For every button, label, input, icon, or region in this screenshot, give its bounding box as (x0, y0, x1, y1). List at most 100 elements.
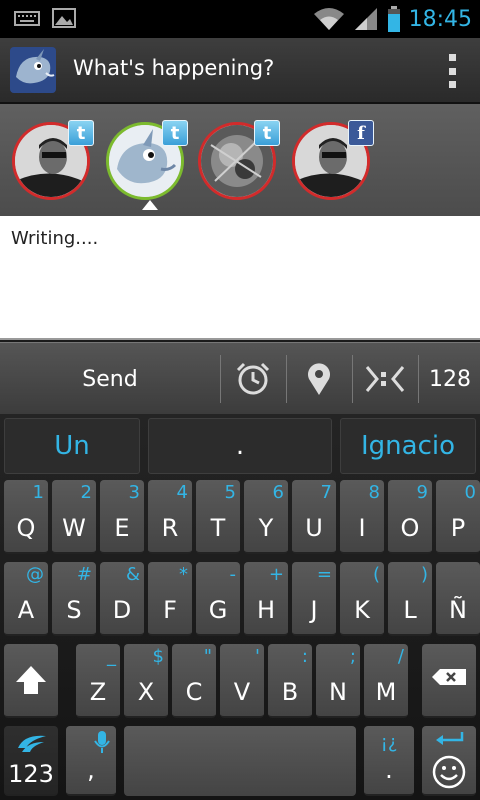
shrink-icon (365, 366, 405, 392)
key-label: O (400, 514, 420, 542)
key-g[interactable]: -G (196, 562, 240, 636)
key-i[interactable]: 8I (340, 480, 384, 554)
key-label: R (161, 514, 179, 542)
key-label: J (310, 596, 318, 624)
key-label: Q (16, 514, 36, 542)
app-logo-icon[interactable] (10, 47, 56, 93)
key-alt-label: / (397, 646, 404, 667)
key-d[interactable]: & D (100, 562, 144, 636)
key-alt-label: $ (152, 646, 164, 667)
key-t[interactable]: 5T (196, 480, 240, 554)
key-label: S (66, 596, 82, 624)
key-alt-label: 2 (80, 482, 92, 503)
schedule-button[interactable] (221, 343, 285, 415)
key-a[interactable]: @ A (4, 562, 48, 636)
key-alt-label: ; (349, 646, 356, 667)
smiley-icon (432, 755, 466, 789)
keyboard-icon (14, 11, 40, 26)
key-alt-label: - (229, 564, 237, 585)
microphone-icon (94, 731, 110, 753)
key-alt-label: 8 (368, 482, 380, 503)
key-ñ[interactable]: Ñ (436, 562, 480, 636)
key-label: W (62, 514, 86, 542)
key-label: U (305, 514, 323, 542)
backspace-key[interactable] (422, 644, 476, 718)
suggestion-1[interactable]: Un (4, 418, 140, 474)
image-icon (52, 8, 76, 28)
key-alt-label: 1 (32, 482, 44, 503)
signal-icon (354, 8, 377, 30)
key-y[interactable]: 6Y (244, 480, 288, 554)
key-j[interactable]: = J (292, 562, 336, 636)
location-button[interactable] (287, 343, 351, 415)
key-label: G (208, 596, 228, 624)
key-q[interactable]: 1Q (4, 480, 48, 554)
compose-text: Writing.... (11, 228, 99, 249)
wifi-icon (313, 8, 344, 30)
key-z[interactable]: _ Z (76, 644, 120, 718)
key-w[interactable]: 2W (52, 480, 96, 554)
twitter-icon: t (162, 120, 188, 146)
status-clock: 18:45 (408, 6, 472, 32)
key-alt-label: ) (420, 564, 428, 585)
key-label: P (450, 514, 466, 542)
twitter-icon: t (254, 120, 280, 146)
compose-title: What's happening? (73, 56, 275, 80)
key-p[interactable]: 0P (436, 480, 480, 554)
key-alt-label: 4 (176, 482, 188, 503)
shift-key[interactable] (4, 644, 58, 718)
send-button[interactable]: Send (0, 343, 220, 415)
key-k[interactable]: (K (340, 562, 384, 636)
key-label: M (375, 678, 397, 706)
emoji-enter-key[interactable] (422, 726, 476, 796)
shorten-button[interactable] (353, 343, 417, 415)
key-alt-label: & (125, 564, 140, 585)
key-r[interactable]: 4R (148, 480, 192, 554)
enter-icon (436, 732, 464, 745)
key-alt-label: _ (107, 646, 116, 667)
suggestion-2[interactable]: . (148, 418, 332, 474)
key-label: L (403, 596, 417, 624)
key-m[interactable]: / M (364, 644, 408, 718)
key-alt-label: 9 (416, 482, 428, 503)
selected-account-pointer (142, 200, 158, 210)
key-u[interactable]: 7U (292, 480, 336, 554)
key-label: Ñ (449, 596, 467, 624)
period-key[interactable]: ¡¿ . (364, 726, 414, 796)
screen: 18:45 What's happening? t t t f Writing.… (0, 0, 480, 800)
swiftkey-logo-icon (18, 735, 46, 752)
key-f[interactable]: * F (148, 562, 192, 636)
key-label: H (256, 596, 276, 624)
overflow-menu-icon[interactable] (442, 52, 462, 90)
suggestion-3[interactable]: Ignacio (340, 418, 476, 474)
key-v[interactable]: ' V (220, 644, 264, 718)
key-alt-label: ' (255, 646, 260, 667)
key-alt-label: * (179, 564, 188, 585)
key-alt-label: 7 (320, 482, 332, 503)
space-key[interactable] (124, 726, 356, 796)
key-label: A (17, 596, 35, 624)
status-bar: 18:45 (0, 0, 480, 38)
battery-icon (387, 6, 400, 32)
send-bar: Send 128 (0, 342, 480, 414)
key-label: V (233, 678, 251, 706)
key-c[interactable]: " C (172, 644, 216, 718)
key-alt-label: # (76, 564, 92, 585)
key-s[interactable]: # S (52, 562, 96, 636)
character-counter: 128 (429, 366, 471, 392)
period-key-alt: ¡¿ (380, 732, 398, 753)
key-alt-label: 6 (272, 482, 284, 503)
key-label: C (185, 678, 203, 706)
key-b[interactable]: :B (268, 644, 312, 718)
key-h[interactable]: + H (244, 562, 288, 636)
key-o[interactable]: 9O (388, 480, 432, 554)
key-n[interactable]: ; N (316, 644, 360, 718)
key-label: Y (258, 514, 274, 542)
key-x[interactable]: $ X (124, 644, 168, 718)
key-l[interactable]: ) L (388, 562, 432, 636)
compose-text-area[interactable]: Writing.... (0, 216, 480, 340)
key-alt-label: ( (372, 564, 380, 585)
key-e[interactable]: 3E (100, 480, 144, 554)
comma-key[interactable]: , (66, 726, 116, 796)
numbers-key[interactable]: 123 (4, 726, 58, 796)
